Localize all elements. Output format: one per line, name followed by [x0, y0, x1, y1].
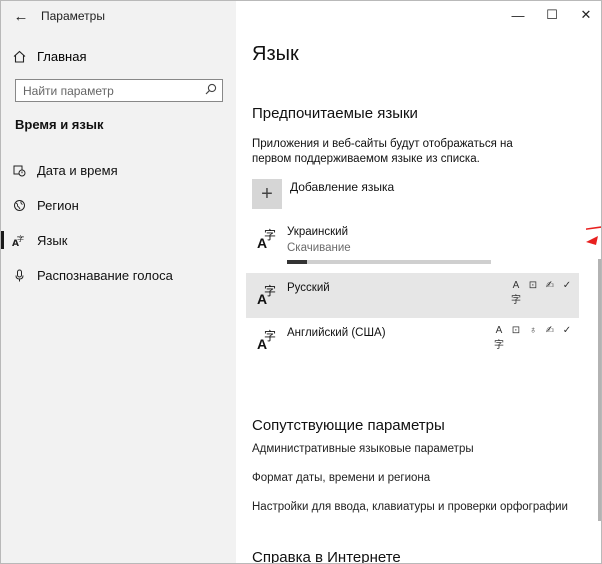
- download-progress-bar: [287, 260, 491, 264]
- back-button[interactable]: ←: [1, 1, 41, 31]
- language-item-english-us[interactable]: A字 Английский (США) A字 ⊡ ♁ ✍ ✓: [246, 318, 579, 363]
- svg-text:字: 字: [17, 234, 24, 243]
- language-icon: A字: [257, 284, 277, 307]
- minimize-icon: —: [511, 7, 525, 23]
- date-time-region-format-link[interactable]: Формат даты, времени и региона: [252, 472, 430, 484]
- language-features: A字 ⊡ ✍ ✓: [510, 280, 573, 306]
- title-bar: ← Параметры: [1, 1, 236, 31]
- sidebar-item-home[interactable]: Главная: [1, 43, 236, 69]
- sidebar-item-language[interactable]: A字 Язык: [1, 223, 236, 258]
- page-title: Язык: [252, 43, 299, 65]
- maximize-button[interactable]: ☐: [535, 1, 569, 29]
- add-language-button[interactable]: + Добавление языка: [252, 179, 394, 209]
- typing-keyboard-spelling-link[interactable]: Настройки для ввода, клавиатуры и провер…: [252, 501, 568, 513]
- close-button[interactable]: ✕: [569, 1, 601, 29]
- online-help-title: Справка в Интернете: [252, 549, 401, 564]
- language-icon: A字: [257, 228, 277, 251]
- speech-icon: ⊡: [528, 280, 538, 291]
- admin-language-settings-link[interactable]: Административные языковые параметры: [252, 443, 474, 455]
- sidebar-item-label: Распознавание голоса: [37, 268, 173, 283]
- microphone-icon: [1, 269, 37, 282]
- home-icon: [1, 50, 37, 63]
- sidebar-item-label: Главная: [37, 48, 87, 64]
- search-box[interactable]: [15, 79, 223, 102]
- sidebar-nav: Дата и время Регион A字 Язык Распознавани…: [1, 153, 236, 293]
- preferred-languages-title: Предпочитаемые языки: [252, 105, 418, 122]
- display-language-icon: A字: [494, 325, 504, 351]
- language-status: Скачивание: [287, 242, 351, 254]
- language-icon: A字: [1, 234, 37, 247]
- annotation-arrow-icon: [586, 226, 601, 245]
- handwriting-icon: ✍: [545, 280, 555, 291]
- globe-icon: [1, 199, 37, 212]
- language-name: Русский: [287, 282, 330, 294]
- microphone-icon: ♁: [529, 325, 537, 336]
- language-item-russian[interactable]: A字 Русский A字 ⊡ ✍ ✓: [246, 273, 579, 318]
- window-controls: — ☐ ✕: [501, 1, 601, 29]
- sidebar-item-label: Язык: [37, 233, 68, 248]
- display-language-icon: A字: [511, 280, 521, 306]
- add-language-label: Добавление языка: [290, 180, 395, 194]
- sidebar-item-region[interactable]: Регион: [1, 188, 236, 223]
- search-icon[interactable]: [200, 83, 222, 98]
- spellcheck-icon: ✓: [562, 280, 572, 291]
- sidebar: ← Параметры Главная Время и язык Дата и …: [1, 1, 236, 563]
- plus-icon: +: [252, 179, 282, 209]
- settings-window: ← Параметры Главная Время и язык Дата и …: [0, 0, 602, 564]
- arrow-left-icon: ←: [13, 7, 29, 25]
- close-icon: ✕: [580, 7, 592, 22]
- handwriting-icon: ✍: [545, 325, 555, 336]
- language-features: A字 ⊡ ♁ ✍ ✓: [493, 325, 573, 351]
- language-name: Английский (США): [287, 327, 386, 339]
- sidebar-item-label: Регион: [37, 198, 79, 213]
- sidebar-item-label: Дата и время: [37, 163, 118, 178]
- language-name: Украинский: [287, 226, 349, 238]
- section-title: Время и язык: [15, 117, 104, 132]
- preferred-languages-description: Приложения и веб-сайты будут отображатьс…: [252, 138, 513, 165]
- related-settings-title: Сопутствующие параметры: [252, 417, 445, 434]
- main-content: — ☐ ✕ Язык Предпочитаемые языки Приложен…: [236, 1, 601, 564]
- calendar-clock-icon: [1, 164, 37, 177]
- app-title: Параметры: [41, 9, 105, 23]
- download-progress-fill: [287, 260, 308, 264]
- minimize-button[interactable]: —: [501, 1, 535, 29]
- spellcheck-icon: ✓: [562, 325, 572, 336]
- scrollbar[interactable]: [598, 259, 601, 521]
- maximize-icon: ☐: [546, 7, 558, 22]
- speech-icon: ⊡: [511, 325, 521, 336]
- sidebar-item-date-time[interactable]: Дата и время: [1, 153, 236, 188]
- search-input[interactable]: [23, 83, 200, 98]
- language-icon: A字: [257, 329, 277, 352]
- sidebar-item-speech[interactable]: Распознавание голоса: [1, 258, 236, 293]
- language-item-ukrainian[interactable]: A字 Украинский Скачивание: [246, 217, 579, 264]
